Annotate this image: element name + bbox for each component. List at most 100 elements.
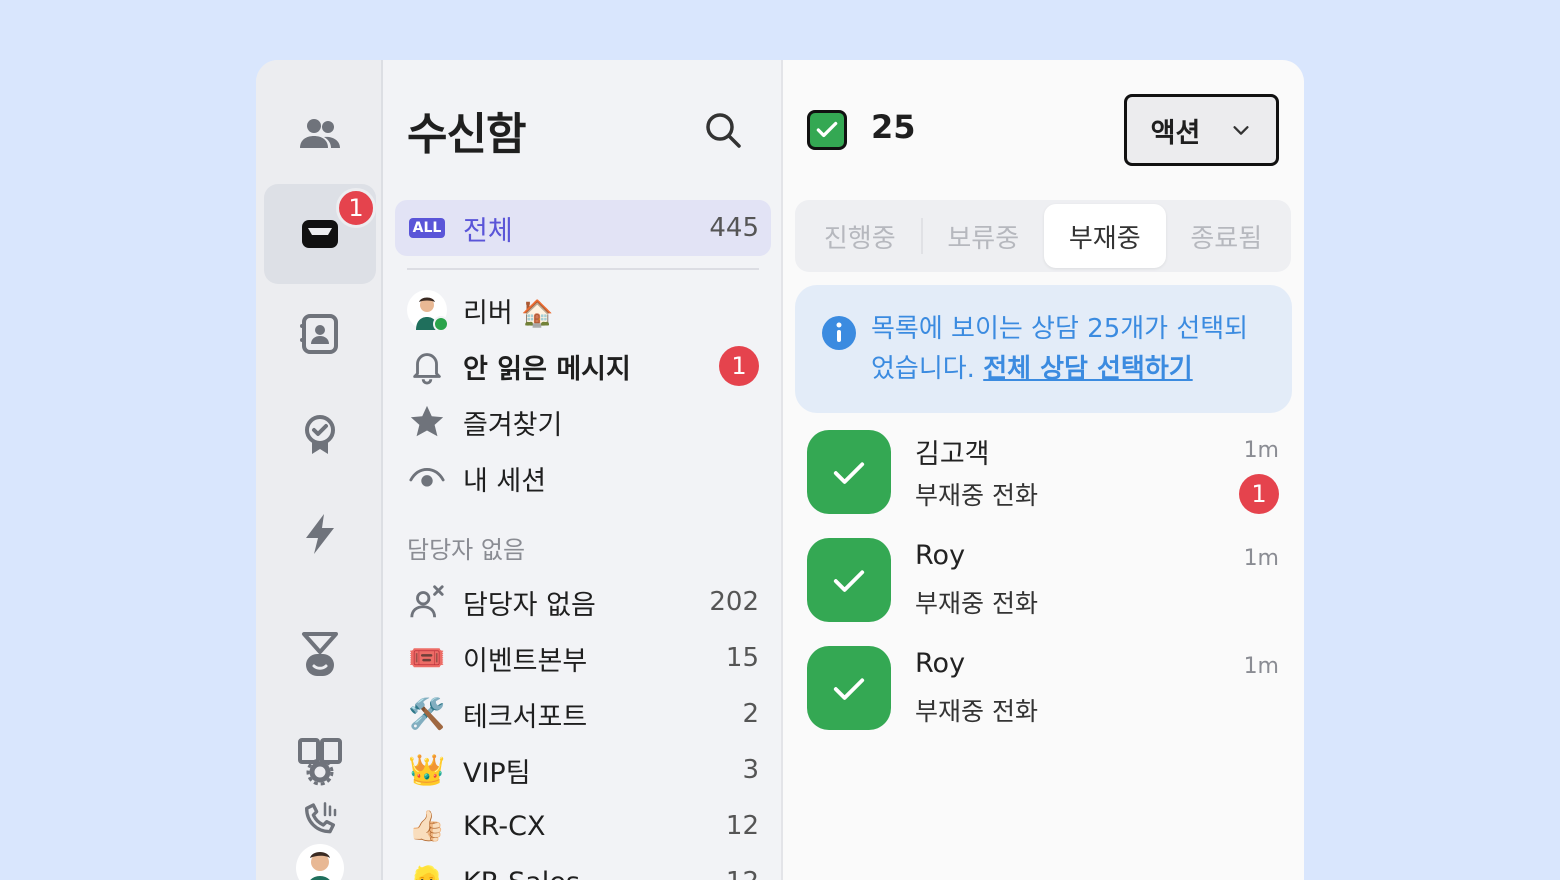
check-icon (833, 678, 865, 700)
nav-team-vip[interactable]: 👑 VIP팀 3 (395, 742, 771, 798)
house-emoji: 🏠 (521, 298, 554, 329)
nav-all-count: 445 (709, 213, 759, 243)
team-count: 202 (709, 587, 759, 617)
selection-info-banner: 목록에 보이는 상담 25개가 선택되었습니다. 전체 상담 선택하기 (795, 285, 1292, 413)
nav-my-profile[interactable]: 리버 🏠 (395, 282, 771, 338)
divider (407, 268, 759, 270)
conversation-time: 1m (1243, 546, 1279, 571)
action-label: 액션 (1150, 117, 1201, 149)
thumbs-up-emoji: 👍🏻 (408, 808, 446, 844)
nav-unread[interactable]: 안 읽은 메시지 1 (395, 338, 771, 394)
select-all-conversations-link[interactable]: 전체 상담 선택하기 (983, 354, 1192, 384)
team-label: KR-CX (463, 810, 546, 842)
team-label: 담당자 없음 (463, 589, 596, 621)
rail-item-inbox[interactable]: 1 (264, 184, 376, 284)
page-title: 수신함 (407, 109, 526, 160)
eye-icon (409, 468, 445, 487)
selected-count: 25 (871, 108, 916, 146)
crown-emoji: 👑 (408, 752, 446, 788)
rail-item-team[interactable] (264, 84, 376, 184)
nav-rail: 1 (256, 60, 383, 880)
conversation-preview: 부재중 전화 (915, 697, 1038, 726)
rail-item-automation[interactable] (264, 484, 376, 584)
all-icon: ALL (407, 208, 447, 248)
team-label: VIP팀 (463, 757, 531, 789)
nav-team-unassigned[interactable]: 담당자 없음 202 (395, 574, 771, 630)
action-dropdown-button[interactable]: 액션 (1124, 94, 1279, 166)
nav-my-profile-label: 리버 (463, 297, 513, 329)
team-label: 이벤트본부 (463, 645, 588, 677)
check-icon (833, 570, 865, 592)
broadcast-icon (302, 632, 338, 676)
avatar (407, 290, 449, 332)
nav-favorites-label: 즐겨찾기 (463, 409, 563, 441)
award-icon (305, 415, 335, 454)
unread-badge: 1 (719, 346, 759, 386)
nav-team-techsupport[interactable]: 🛠️ 테크서포트 2 (395, 686, 771, 742)
rail-item-broadcast[interactable] (264, 604, 376, 704)
conversation-time: 1m (1243, 654, 1279, 679)
ticket-emoji: 🎟️ (408, 640, 446, 676)
nav-all[interactable]: ALL 전체 445 (395, 200, 771, 256)
conversation-name: Roy (915, 648, 966, 679)
inbox-badge: 1 (336, 188, 376, 228)
online-status-dot (433, 316, 449, 332)
conversation-item[interactable]: 김고객 부재중 전화 1m 1 (807, 430, 1279, 518)
check-icon (833, 462, 865, 484)
section-label: 담당자 없음 (407, 536, 526, 564)
check-icon (816, 121, 838, 138)
rail-item-contacts[interactable] (264, 284, 376, 384)
nav-my-sessions-label: 내 세션 (463, 465, 547, 497)
conversation-checkbox[interactable] (807, 538, 891, 622)
conversation-item[interactable]: Roy 부재중 전화 1m (807, 646, 1279, 734)
nav-team-krcx[interactable]: 👍🏻 KR-CX 12 (395, 798, 771, 854)
select-all-checkbox[interactable] (807, 110, 847, 150)
tab-in-progress[interactable]: 진행중 (799, 204, 921, 268)
team-count: 3 (742, 755, 759, 785)
conversation-panel: 25 액션 진행중 보류중 부재중 종료됨 목록에 보이는 상담 25개가 선택… (783, 60, 1304, 880)
app-window: 1 수신함 ALL 전체 445 리버 🏠 안 읽은 메시지 1 즐겨찾기 내 … (256, 60, 1304, 880)
contacts-icon (300, 314, 338, 354)
unread-badge: 1 (1239, 474, 1279, 514)
status-tabs: 진행중 보류중 부재중 종료됨 (795, 200, 1291, 272)
tab-missed[interactable]: 부재중 (1044, 204, 1166, 268)
lightning-icon (306, 514, 334, 554)
inbox-list-panel: 수신함 ALL 전체 445 리버 🏠 안 읽은 메시지 1 즐겨찾기 내 세션… (383, 60, 783, 880)
star-icon (410, 405, 444, 437)
nav-unread-label: 안 읽은 메시지 (463, 353, 631, 385)
tab-closed[interactable]: 종료됨 (1166, 204, 1288, 268)
nav-all-label: 전체 (463, 215, 513, 247)
chevron-down-icon (1233, 126, 1249, 135)
team-count: 12 (725, 811, 759, 841)
unassigned-icon (410, 585, 444, 618)
person-emoji: 👱 (407, 862, 447, 880)
team-count: 15 (725, 643, 759, 673)
conversation-name: Roy (915, 540, 966, 571)
search-button[interactable] (701, 108, 745, 152)
rail-item-phone[interactable] (264, 790, 376, 850)
conversation-checkbox[interactable] (807, 646, 891, 730)
team-label: 테크서포트 (463, 701, 588, 733)
team-label: KR-Sales (463, 867, 726, 880)
conversation-preview: 부재중 전화 (915, 481, 1038, 510)
team-count: 2 (742, 699, 759, 729)
conversation-time: 1m (1243, 438, 1279, 463)
nav-team-krsales[interactable]: 👱 KR-Sales 12 (395, 854, 771, 880)
people-icon (300, 119, 340, 148)
info-icon (822, 316, 856, 350)
conversation-name: 김고객 (915, 439, 990, 470)
nav-team-event[interactable]: 🎟️ 이벤트본부 15 (395, 630, 771, 686)
book-icon (298, 738, 342, 786)
conversation-checkbox[interactable] (807, 430, 891, 514)
conversation-item[interactable]: Roy 부재중 전화 1m (807, 538, 1279, 626)
team-count: 12 (726, 867, 759, 880)
nav-favorites[interactable]: 즐겨찾기 (395, 394, 771, 450)
nav-my-sessions[interactable]: 내 세션 (395, 450, 771, 506)
conversation-preview: 부재중 전화 (915, 589, 1038, 618)
rail-item-awards[interactable] (264, 384, 376, 484)
phone-icon (305, 802, 337, 834)
inbox-icon (302, 220, 338, 248)
tools-emoji: 🛠️ (408, 696, 446, 732)
bell-icon (413, 353, 441, 385)
tab-on-hold[interactable]: 보류중 (923, 204, 1045, 268)
